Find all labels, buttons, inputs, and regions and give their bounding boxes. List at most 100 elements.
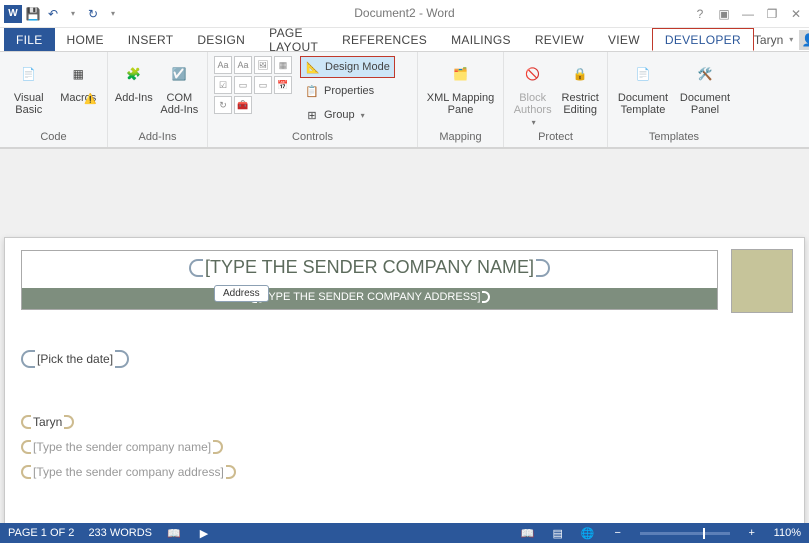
datepicker-control-icon[interactable]: 📅	[274, 76, 292, 94]
quick-access-toolbar: W 💾 ↶ ▾ ↻ ▾	[0, 5, 122, 23]
restore-icon[interactable]: ❐	[763, 5, 781, 23]
restrict-editing-icon: 🔒	[564, 58, 596, 90]
group-protect-label: Protect	[504, 131, 607, 147]
group-controls-label: Controls	[208, 131, 417, 147]
print-layout-icon[interactable]: ▤	[550, 525, 566, 541]
legacy-tools-icon[interactable]: 🧰	[234, 96, 252, 114]
document-template-label: Document Template	[614, 92, 672, 116]
sender-address-text: [Type the sender company address]	[31, 465, 226, 479]
group-button[interactable]: ⊞ Group	[300, 104, 395, 126]
tab-page-layout[interactable]: PAGE LAYOUT	[257, 28, 330, 51]
avatar-icon[interactable]: 👤	[799, 30, 809, 50]
warning-icon: ⚠️	[84, 94, 96, 105]
tab-references[interactable]: REFERENCES	[330, 28, 439, 51]
sender-name-control[interactable]: Taryn	[21, 415, 788, 432]
address-tag: Address	[214, 285, 269, 302]
proofing-icon[interactable]: 📖	[166, 525, 182, 541]
document-panel-button[interactable]: 🛠️ Document Panel	[676, 56, 734, 116]
tab-file[interactable]: FILE	[4, 28, 55, 51]
group-code: 📄 Visual Basic ▦ Macros ⚠️ Code	[0, 52, 108, 147]
word-count[interactable]: 233 WORDS	[88, 527, 152, 539]
help-icon[interactable]: ?	[691, 5, 709, 23]
properties-button[interactable]: 📋 Properties	[300, 80, 395, 102]
undo-icon[interactable]: ↶	[44, 5, 62, 23]
group-addins: 🧩 Add-Ins ☑️ COM Add-Ins Add-Ins	[108, 52, 208, 147]
status-bar: PAGE 1 OF 2 233 WORDS 📖 ▶ 📖 ▤ 🌐 − + 110%	[0, 523, 809, 543]
document-area[interactable]: [TYPE THE SENDER COMPANY NAME] Address […	[0, 148, 809, 523]
checkbox-control-icon[interactable]: ☑	[214, 76, 232, 94]
properties-icon: 📋	[304, 83, 320, 99]
zoom-slider[interactable]	[640, 532, 730, 535]
redo-icon[interactable]: ↻	[84, 5, 102, 23]
tab-design[interactable]: DESIGN	[185, 28, 257, 51]
logo-placeholder[interactable]	[731, 249, 793, 313]
company-name-control[interactable]: [TYPE THE SENDER COMPANY NAME]	[22, 251, 717, 288]
combobox-control-icon[interactable]: ▭	[234, 76, 252, 94]
tab-insert[interactable]: INSERT	[116, 28, 186, 51]
restrict-editing-label: Restrict Editing	[559, 92, 601, 116]
addins-button[interactable]: 🧩 Add-Ins	[114, 56, 154, 104]
undo-dropdown-icon[interactable]: ▾	[64, 5, 82, 23]
ribbon-tabs: FILE HOME INSERT DESIGN PAGE LAYOUT REFE…	[0, 28, 809, 52]
zoom-out-button[interactable]: −	[610, 525, 626, 541]
title-bar: W 💾 ↶ ▾ ↻ ▾ Document2 - Word ? ▣ — ❐ ✕	[0, 0, 809, 28]
window-controls: ? ▣ — ❐ ✕	[691, 0, 805, 28]
sender-name-text: Taryn	[31, 415, 64, 429]
date-control[interactable]: [Pick the date]	[21, 350, 788, 371]
document-template-button[interactable]: 📄 Document Template	[614, 56, 672, 116]
zoom-level[interactable]: 110%	[774, 527, 801, 539]
group-templates-label: Templates	[608, 131, 740, 147]
company-name-text: [TYPE THE SENDER COMPANY NAME]	[203, 257, 536, 278]
picture-control-icon[interactable]: 🖼	[254, 56, 272, 74]
visual-basic-button[interactable]: 📄 Visual Basic	[6, 56, 52, 116]
company-address-row[interactable]: Address [TYPE THE SENDER COMPANY ADDRESS…	[22, 288, 717, 309]
rich-text-control-icon[interactable]: Aa	[214, 56, 232, 74]
building-block-control-icon[interactable]: ▦	[274, 56, 292, 74]
read-mode-icon[interactable]: 📖	[520, 525, 536, 541]
tab-mailings[interactable]: MAILINGS	[439, 28, 523, 51]
repeating-control-icon[interactable]: ↻	[214, 96, 232, 114]
com-addins-button[interactable]: ☑️ COM Add-Ins	[158, 56, 201, 116]
tab-developer[interactable]: DEVELOPER	[652, 28, 754, 51]
group-icon: ⊞	[304, 107, 320, 123]
block-authors-button[interactable]: 🚫 Block Authors	[510, 56, 555, 127]
user-name[interactable]: Taryn	[754, 33, 783, 47]
document-panel-icon: 🛠️	[689, 58, 721, 90]
group-mapping: 🗂️ XML Mapping Pane Mapping	[418, 52, 504, 147]
design-mode-button[interactable]: 📐 Design Mode	[300, 56, 395, 78]
tab-view[interactable]: VIEW	[596, 28, 652, 51]
account-area: Taryn ▾ 👤	[754, 28, 809, 51]
qat-dropdown-icon[interactable]: ▾	[104, 5, 122, 23]
page-indicator[interactable]: PAGE 1 OF 2	[8, 527, 74, 539]
block-authors-label: Block Authors	[510, 92, 555, 116]
plain-text-control-icon[interactable]: Aa	[234, 56, 252, 74]
sender-address-control[interactable]: [Type the sender company address]	[21, 465, 788, 482]
user-dropdown-icon[interactable]: ▾	[789, 35, 793, 44]
letterhead: [TYPE THE SENDER COMPANY NAME] Address […	[21, 250, 718, 310]
xml-mapping-button[interactable]: 🗂️ XML Mapping Pane	[424, 56, 497, 116]
macros-icon: ▦	[62, 58, 94, 90]
word-icon[interactable]: W	[4, 5, 22, 23]
group-templates: 📄 Document Template 🛠️ Document Panel Te…	[608, 52, 740, 147]
close-icon[interactable]: ✕	[787, 5, 805, 23]
tab-review[interactable]: REVIEW	[523, 28, 596, 51]
tab-home[interactable]: HOME	[55, 28, 116, 51]
macros-button[interactable]: ▦ Macros ⚠️	[56, 56, 102, 106]
document-template-icon: 📄	[627, 58, 659, 90]
group-addins-label: Add-Ins	[108, 131, 207, 147]
group-protect: 🚫 Block Authors 🔒 Restrict Editing Prote…	[504, 52, 608, 147]
ribbon-options-icon[interactable]: ▣	[715, 5, 733, 23]
zoom-in-button[interactable]: +	[744, 525, 760, 541]
date-text: [Pick the date]	[35, 352, 115, 366]
visual-basic-icon: 📄	[13, 58, 45, 90]
web-layout-icon[interactable]: 🌐	[580, 525, 596, 541]
macro-record-icon[interactable]: ▶	[196, 525, 212, 541]
company-address-text: [TYPE THE SENDER COMPANY ADDRESS]	[257, 291, 483, 303]
sender-company-control[interactable]: [Type the sender company name]	[21, 440, 788, 457]
dropdown-control-icon[interactable]: ▭	[254, 76, 272, 94]
save-icon[interactable]: 💾	[24, 5, 42, 23]
group-controls: Aa Aa 🖼 ▦ ☑ ▭ ▭ 📅 ↻ 🧰 📐 Design Mode 📋 Pr…	[208, 52, 418, 147]
minimize-icon[interactable]: —	[739, 5, 757, 23]
restrict-editing-button[interactable]: 🔒 Restrict Editing	[559, 56, 601, 116]
design-mode-icon: 📐	[305, 59, 321, 75]
